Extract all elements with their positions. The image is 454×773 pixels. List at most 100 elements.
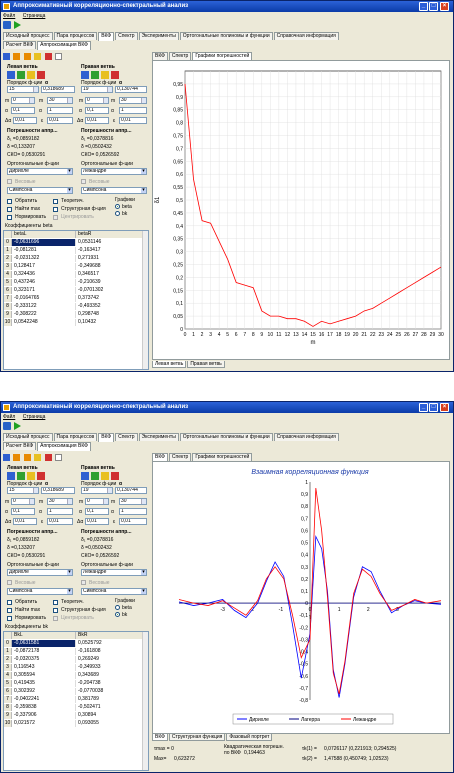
tab-experiments[interactable]: Эксперименты	[138, 433, 179, 441]
reverse-checkbox[interactable]	[7, 600, 12, 605]
col-header-left[interactable]: betaL	[12, 231, 76, 238]
right-dalpha-input[interactable]: 0,01	[85, 117, 109, 124]
clear-icon[interactable]	[54, 53, 62, 60]
cell-right[interactable]: -0,0770038	[76, 688, 144, 695]
cell-left[interactable]: 0,0542248	[12, 319, 76, 326]
tab-source-process[interactable]: Исходный процесс	[3, 433, 53, 441]
right-method-select[interactable]: Симпсона	[81, 588, 147, 595]
optimize-icon[interactable]	[44, 454, 52, 461]
left-eps-input[interactable]: 0,01	[47, 518, 73, 525]
structural-checkbox[interactable]	[53, 207, 58, 212]
left-calc-icon[interactable]	[17, 472, 25, 480]
right-save-icon[interactable]	[81, 472, 89, 480]
bk-radio[interactable]	[115, 211, 120, 216]
left-method-select[interactable]: Симпсона	[7, 588, 73, 595]
tab-vkf-calc[interactable]: Расчет ВКФ	[3, 442, 37, 450]
cell-left[interactable]: 0,305594	[12, 672, 76, 679]
calc-all-icon[interactable]	[34, 454, 42, 461]
open-icon[interactable]	[3, 21, 11, 29]
cell-left[interactable]: -0,0872178	[12, 648, 76, 655]
left-order-input[interactable]: 15	[7, 487, 39, 494]
table-row[interactable]: 5 0,419435 -0,204738	[4, 680, 144, 687]
tab-orthogonal[interactable]: Ортогональные полиномы и функции	[179, 32, 273, 40]
cell-left[interactable]: -0,0402241	[12, 696, 76, 703]
open-icon[interactable]	[3, 422, 11, 430]
left-weight-checkbox[interactable]	[7, 179, 12, 184]
cell-left[interactable]: -0,0231322	[12, 255, 76, 262]
cell-left[interactable]: -0,308222	[12, 311, 76, 318]
cell-right[interactable]: 0,093055	[76, 720, 144, 727]
left-func-select[interactable]: Дирихле	[7, 168, 73, 175]
cell-right[interactable]: 0,10432	[76, 319, 144, 326]
right-method-select[interactable]: Симпсона	[81, 187, 147, 194]
table-scrollbar[interactable]	[142, 231, 148, 369]
find-max-checkbox[interactable]	[7, 207, 12, 212]
table-row[interactable]: 10 0,0542248 0,10432	[4, 319, 144, 326]
cell-right[interactable]: -0,210639	[76, 279, 144, 286]
minimize-button[interactable]: _	[419, 403, 428, 412]
table-row[interactable]: 1 -0,0872178 -0,161808	[4, 648, 144, 655]
table-row[interactable]: 3 0,128417 -0,349688	[4, 263, 144, 270]
theoretical-checkbox[interactable]	[53, 199, 58, 204]
normalize-checkbox[interactable]	[7, 616, 12, 621]
save-icon[interactable]	[3, 454, 10, 461]
cell-left[interactable]: 0,302392	[12, 688, 76, 695]
bk-radio[interactable]	[115, 612, 120, 617]
tab-source-process[interactable]: Исходный процесс	[3, 32, 53, 40]
cell-right[interactable]: -0,349933	[76, 664, 144, 671]
cell-right[interactable]: -0,349688	[76, 263, 144, 270]
right-order-input[interactable]: 19	[81, 86, 113, 93]
col-header-right[interactable]: BkR	[76, 632, 144, 639]
centering-checkbox[interactable]	[53, 215, 58, 220]
right-m-input[interactable]: 0	[85, 97, 109, 104]
cell-left[interactable]: -0,0631581	[12, 640, 76, 647]
minimize-button[interactable]: _	[419, 2, 428, 11]
right-weight-checkbox[interactable]	[81, 580, 86, 585]
cell-left[interactable]: 0,323171	[12, 287, 76, 294]
table-row[interactable]: 2 -0,0231322 0,271931	[4, 255, 144, 262]
calc-right-icon[interactable]	[23, 53, 31, 60]
tab-vkf[interactable]: ВКФ	[98, 433, 115, 442]
cell-right[interactable]: 0,271931	[76, 255, 144, 262]
tab-spectrum[interactable]: Спектр	[115, 32, 138, 40]
cell-left[interactable]: -0,081281	[12, 247, 76, 254]
cell-left[interactable]: -0,359838	[12, 704, 76, 711]
tab-left-branch[interactable]: Левая ветвь	[152, 361, 187, 368]
menu-file[interactable]: Файл	[3, 13, 15, 19]
tab-vkf-approx[interactable]: Аппроксимация ВКФ	[37, 41, 91, 50]
cell-left[interactable]: 0,419435	[12, 680, 76, 687]
table-row[interactable]: 1 -0,081281 -0,163417	[4, 247, 144, 254]
col-header-right[interactable]: betaR	[76, 231, 144, 238]
right-star-icon[interactable]	[101, 71, 109, 79]
table-row[interactable]: 6 0,302392 -0,0770038	[4, 688, 144, 695]
cell-right[interactable]: 0,30894	[76, 712, 144, 719]
cell-right[interactable]: 0,373742	[76, 295, 144, 302]
left-save-icon[interactable]	[7, 472, 15, 480]
right-eps-input[interactable]: 0,01	[119, 117, 147, 124]
left-order-input[interactable]: 15	[7, 86, 39, 93]
right-calc-icon[interactable]	[91, 71, 99, 79]
run-icon[interactable]	[14, 422, 22, 430]
tab-process-pair[interactable]: Пара процессов	[53, 433, 98, 441]
cell-left[interactable]: -0,333122	[12, 303, 76, 310]
cell-left[interactable]: -0,337906	[12, 712, 76, 719]
left-m-input[interactable]: 0	[11, 498, 35, 505]
left-calc-icon[interactable]	[17, 71, 25, 79]
save-icon[interactable]	[3, 53, 10, 60]
beta-radio[interactable]	[115, 605, 120, 610]
cell-right[interactable]: -0,493352	[76, 303, 144, 310]
left-eps-input[interactable]: 0,01	[47, 117, 73, 124]
tab-view-structural[interactable]: Структурная функция	[168, 734, 226, 741]
col-header-left[interactable]: BkL	[12, 632, 76, 639]
left-func-select[interactable]: Дирихле	[7, 569, 73, 576]
cell-left[interactable]: 0,116543	[12, 664, 76, 671]
right-dalpha-input[interactable]: 0,01	[85, 518, 109, 525]
table-row[interactable]: 7 -0,0402241 0,381789	[4, 696, 144, 703]
menu-page[interactable]: Страница	[23, 13, 46, 19]
cell-left[interactable]: 0,437246	[12, 279, 76, 286]
cell-right[interactable]: 0,0531146	[76, 239, 144, 246]
left-dalpha-input[interactable]: 0,01	[13, 117, 37, 124]
maximize-button[interactable]: □	[429, 403, 438, 412]
cell-left[interactable]: -0,0320375	[12, 656, 76, 663]
cell-left[interactable]: -0,0631696	[12, 239, 76, 246]
